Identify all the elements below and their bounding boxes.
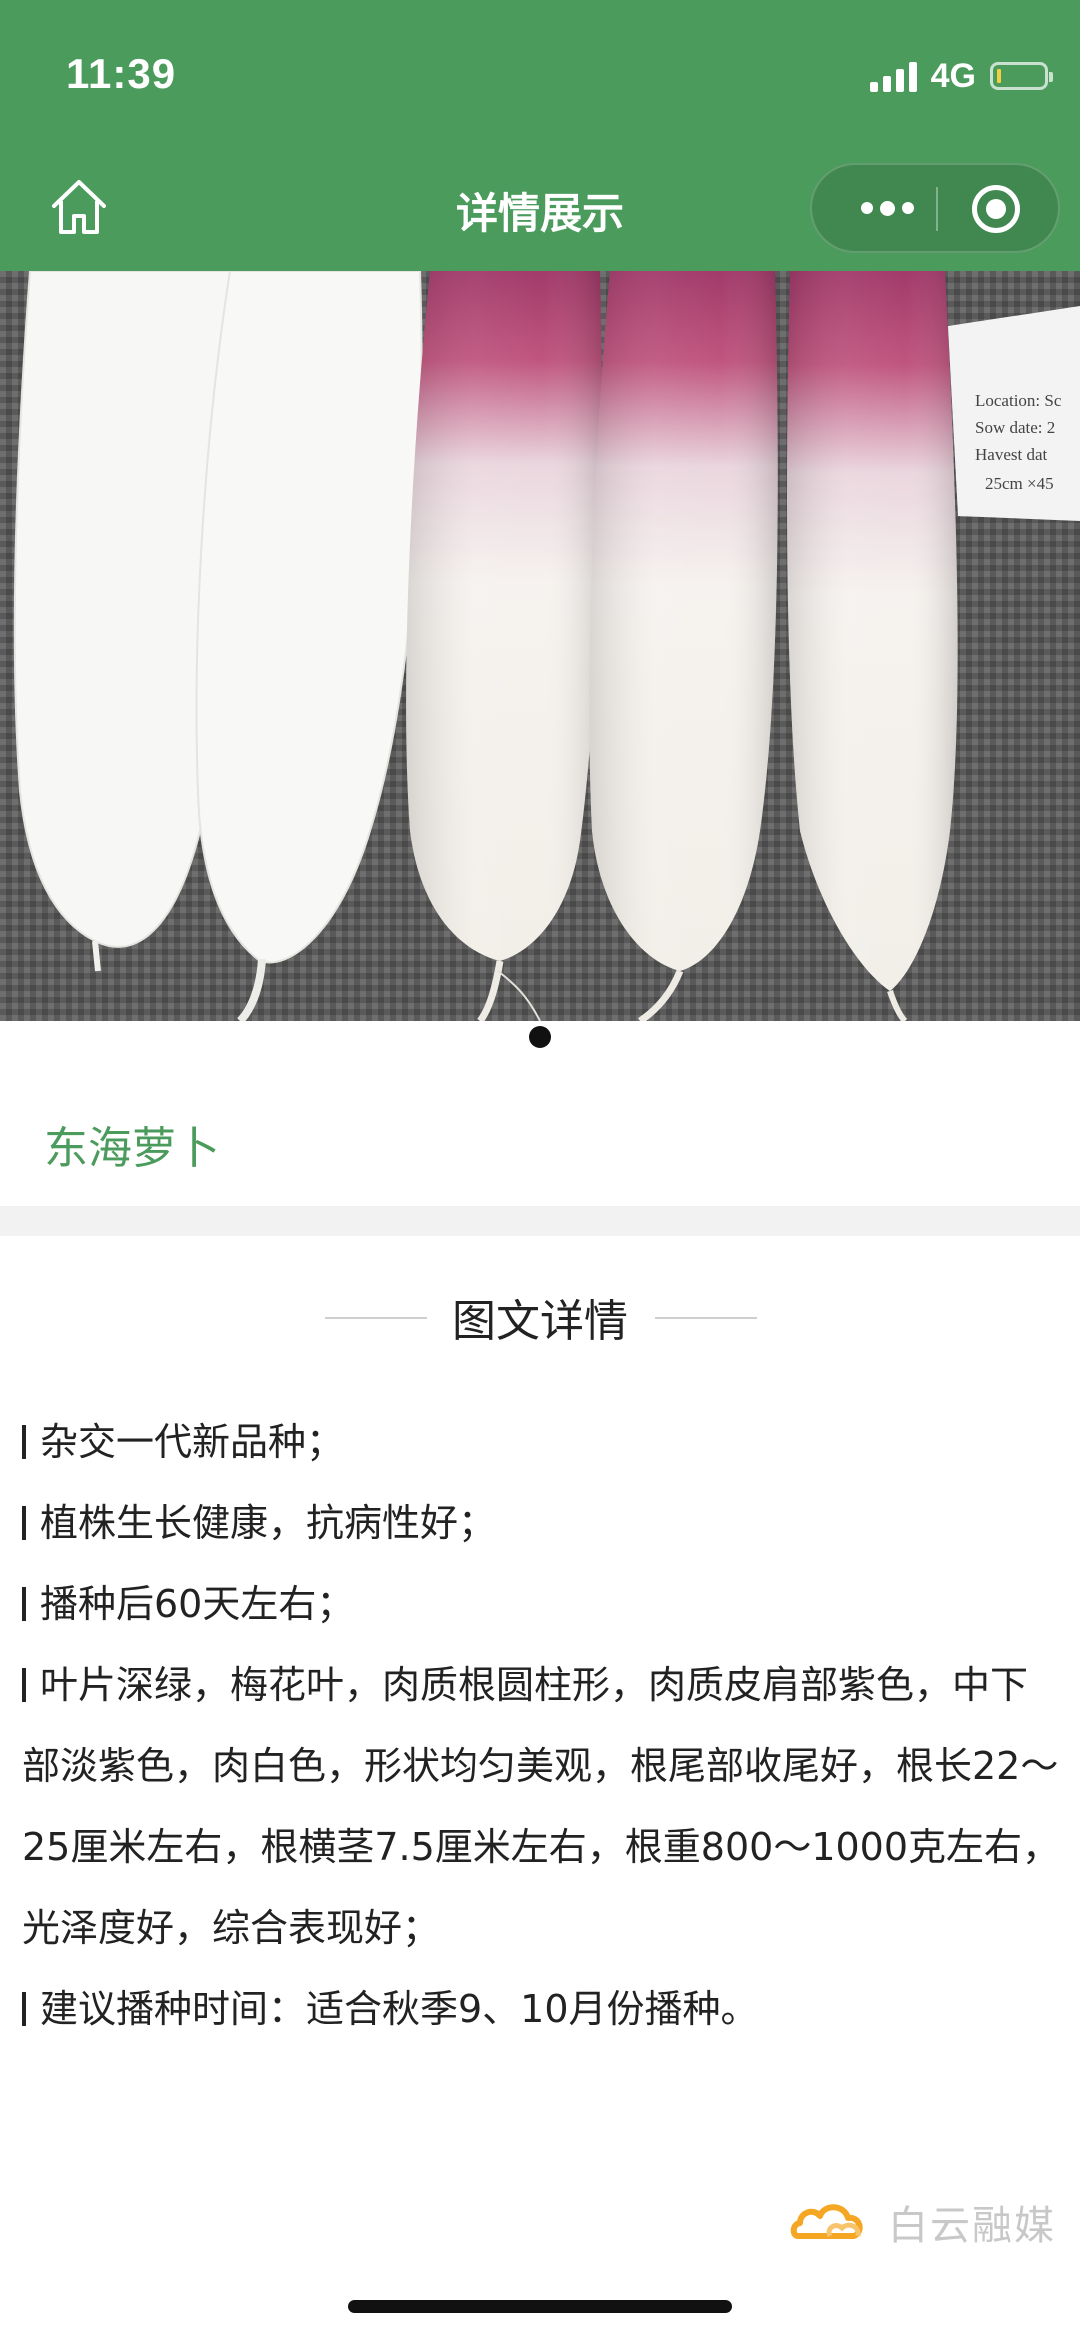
product-image[interactable]: Location: Sc Sow date: 2 Havest dat 25cm… (0, 271, 1080, 1021)
watermark: 白云融媒 (790, 2192, 1056, 2252)
section-line-right (655, 1317, 757, 1319)
svg-text:25cm ×45: 25cm ×45 (985, 474, 1054, 493)
product-name: 东海萝卜 (44, 1123, 220, 1174)
svg-text:Sow date: 2: Sow date: 2 (975, 418, 1055, 437)
detail-line: 播种后60天左右； (22, 1564, 1062, 1645)
status-icons: 4G (869, 56, 1053, 96)
more-dots-icon[interactable] (842, 165, 932, 251)
signal-icon (869, 60, 917, 92)
mini-program-capsule (810, 163, 1060, 253)
network-type: 4G (930, 56, 976, 95)
sample-label-tag: Location: Sc Sow date: 2 Havest dat 25cm… (948, 306, 1080, 521)
capsule-divider (936, 187, 938, 231)
detail-line: 叶片深绿，梅花叶，肉质根圆柱形，肉质皮肩部紫色，中下部淡紫色，肉白色，形状均匀美… (22, 1663, 1061, 1950)
target-close-icon[interactable] (972, 185, 1020, 233)
cloud-logo-icon (790, 2204, 863, 2239)
header: 11:39 4G 详情展示 (0, 0, 1080, 271)
battery-icon (990, 62, 1053, 90)
detail-line: 杂交一代新品种； (22, 1402, 1062, 1483)
section-title: 图文详情 (452, 1296, 628, 1347)
svg-text:Havest dat: Havest dat (975, 445, 1048, 464)
svg-text:Location: Sc: Location: Sc (975, 391, 1062, 410)
detail-line: 建议播种时间：适合秋季9、10月份播种。 (22, 1969, 1062, 2050)
home-indicator[interactable] (348, 2300, 732, 2313)
section-divider (0, 1206, 1080, 1236)
watermark-text: 白云融媒 (888, 2203, 1056, 2249)
detail-description: 杂交一代新品种； 植株生长健康，抗病性好； 播种后60天左右； 叶片深绿，梅花叶… (22, 1402, 1062, 2050)
section-header: 图文详情 (0, 1285, 1080, 1347)
status-time: 11:39 (66, 50, 177, 97)
carousel-dot-active[interactable] (529, 1026, 551, 1048)
detail-line: 植株生长健康，抗病性好； (22, 1483, 1062, 1564)
